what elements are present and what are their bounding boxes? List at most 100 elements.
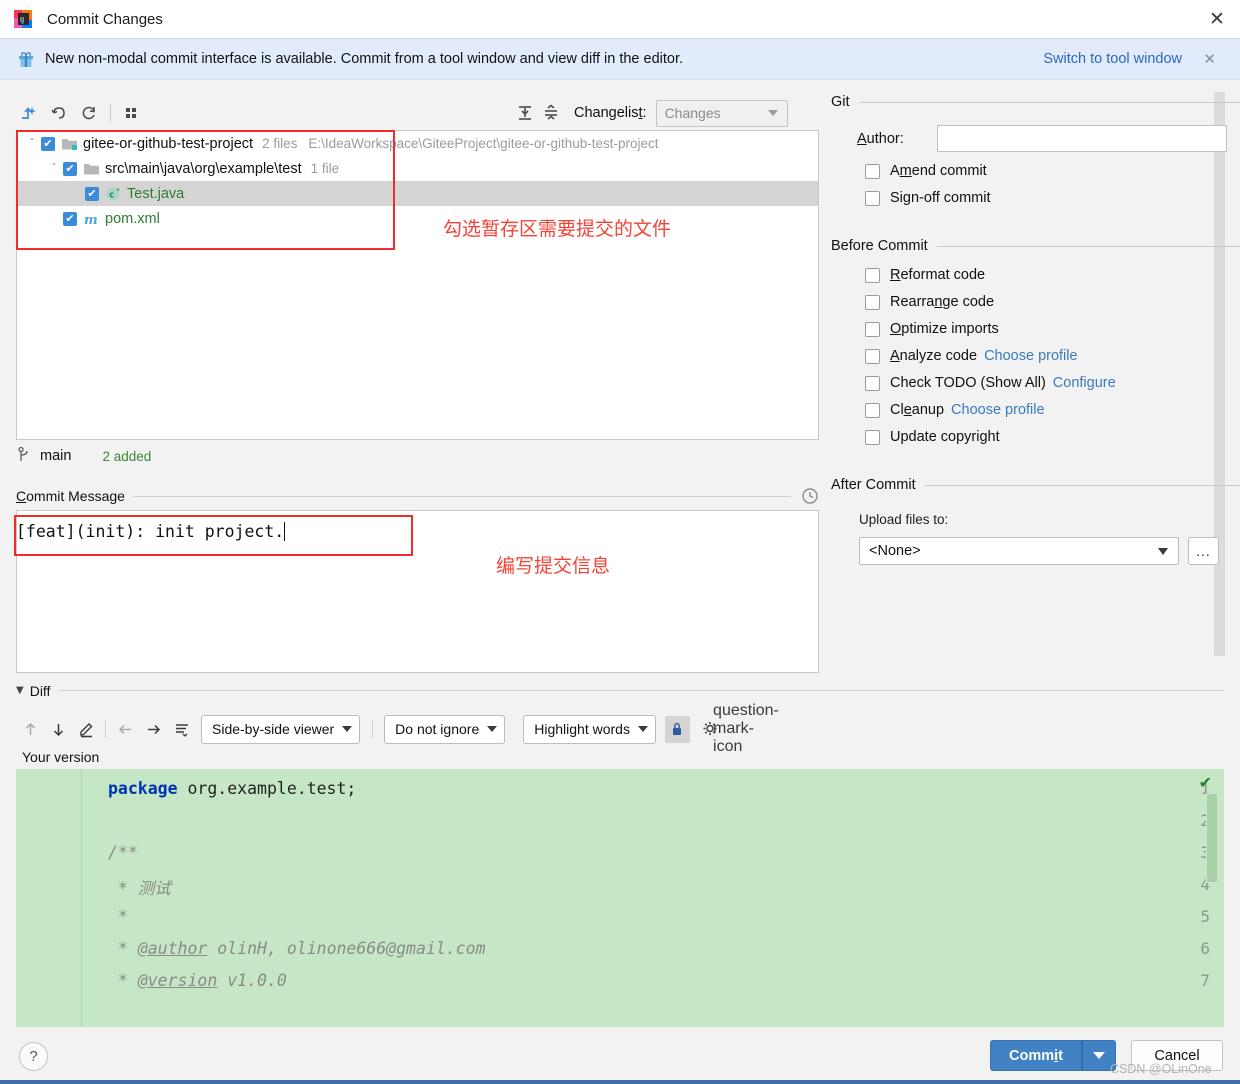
viewer-mode-value: Side-by-side viewer: [212, 721, 335, 737]
svg-text:IJ: IJ: [20, 16, 24, 24]
file-checkbox[interactable]: ✔: [63, 161, 77, 176]
group-by-icon[interactable]: [117, 99, 147, 127]
table-row[interactable]: ˇ ✔ gitee-or-github-test-project 2 files E:\…: [17, 131, 818, 156]
browse-button[interactable]: ...: [1188, 537, 1219, 565]
lock-icon[interactable]: [664, 715, 690, 743]
file-checkbox[interactable]: ✔: [63, 211, 77, 226]
move-to-another-changelist-icon[interactable]: [14, 99, 44, 127]
folder-icon: [83, 161, 100, 177]
chevron-down-icon[interactable]: ˇ: [23, 138, 41, 149]
diff-toolbar: Side-by-side viewer Do not ignore Highli…: [16, 702, 779, 755]
refresh-icon[interactable]: [74, 99, 104, 127]
upload-row: <None> ...: [859, 537, 1240, 565]
before-commit-section-header: Before Commit: [831, 236, 1240, 256]
option-checkbox[interactable]: [865, 267, 880, 283]
option-checkbox[interactable]: [865, 294, 880, 310]
file-count: 2 files: [262, 136, 298, 151]
code-token: * 测试: [108, 879, 171, 898]
code-line: * @author olinH, olinone666@gmail.com: [108, 939, 486, 958]
option-label: Reformat code: [890, 267, 986, 283]
commit-options-panel: Git Author: Amend commit Sign-off commit …: [831, 92, 1240, 704]
option-row[interactable]: Analyze code Choose profile: [865, 348, 1240, 364]
option-checkbox[interactable]: [865, 348, 880, 364]
highlight-mode-value: Highlight words: [534, 721, 630, 737]
table-row[interactable]: ✔ c Test.java: [17, 181, 818, 206]
expand-all-icon[interactable]: [512, 100, 538, 126]
option-link[interactable]: Configure: [1053, 375, 1116, 391]
option-row[interactable]: Check TODO (Show All) Configure: [865, 375, 1240, 391]
commit-button[interactable]: Comm i t: [990, 1040, 1082, 1071]
option-row[interactable]: Sign-off commit: [865, 190, 1240, 206]
upload-target-select[interactable]: <None>: [859, 537, 1179, 565]
option-row[interactable]: Reformat code: [865, 267, 1240, 283]
code-line: *: [108, 907, 128, 926]
option-checkbox[interactable]: [865, 190, 880, 206]
option-label: Analyze code: [890, 348, 978, 364]
option-row[interactable]: Amend commit: [865, 163, 1240, 179]
file-checkbox[interactable]: ✔: [41, 136, 55, 151]
chevron-down-icon: [767, 110, 778, 116]
code-token: *: [108, 971, 138, 990]
option-checkbox[interactable]: [865, 402, 880, 418]
option-label: Amend commit: [890, 163, 987, 179]
code-token: package: [108, 779, 188, 798]
highlight-mode-select[interactable]: Highlight words: [523, 714, 656, 744]
notification-bar: New non-modal commit interface is availa…: [0, 39, 1240, 80]
accept-right-icon[interactable]: [139, 715, 167, 743]
option-checkbox[interactable]: [865, 429, 880, 445]
changelist-select[interactable]: Changes: [655, 99, 788, 127]
clock-history-icon[interactable]: [801, 487, 819, 505]
author-field[interactable]: [937, 125, 1227, 152]
question-mark-icon[interactable]: question-mark-icon: [713, 702, 779, 755]
collapse-all-icon[interactable]: [538, 100, 564, 126]
diff-section-header: ▼ Diff: [16, 681, 1224, 700]
close-icon[interactable]: ✕: [1194, 0, 1240, 38]
maven-pom-icon: m: [83, 211, 100, 228]
next-difference-icon[interactable]: [44, 715, 72, 743]
help-button[interactable]: ?: [19, 1042, 48, 1071]
line-number-gutter: [16, 769, 82, 1027]
collapse-unchanged-icon[interactable]: [167, 715, 195, 743]
code-scrollbar-thumb[interactable]: [1206, 793, 1218, 883]
chevron-down-icon: [342, 726, 353, 732]
table-row[interactable]: ✔ m pom.xml: [17, 206, 818, 231]
switch-to-tool-window-link[interactable]: Switch to tool window: [1043, 51, 1182, 67]
file-checkbox[interactable]: ✔: [85, 186, 99, 201]
divider: [858, 101, 1240, 103]
git-branch-icon: [17, 446, 31, 466]
viewer-mode-select[interactable]: Side-by-side viewer: [201, 714, 361, 744]
option-row[interactable]: Update copyright: [865, 429, 1240, 445]
option-link[interactable]: Choose profile: [984, 348, 1078, 364]
option-row[interactable]: Rearrange code: [865, 294, 1240, 310]
divider: [132, 495, 791, 497]
taskbar-strip: [0, 1080, 1240, 1084]
option-row[interactable]: Cleanup Choose profile: [865, 402, 1240, 418]
chevron-down-icon[interactable]: ▼: [16, 685, 24, 696]
option-link[interactable]: Choose profile: [951, 402, 1045, 418]
toolbar-divider: [110, 104, 111, 122]
changed-files-tree[interactable]: ˇ ✔ gitee-or-github-test-project 2 files E:\…: [16, 130, 819, 440]
diff-section-title: Diff: [29, 682, 51, 699]
commit-message-label: Commit Message: [16, 488, 125, 504]
option-checkbox[interactable]: [865, 321, 880, 337]
option-checkbox[interactable]: [865, 163, 880, 179]
edit-source-icon[interactable]: [72, 715, 100, 743]
chevron-down-icon[interactable]: ˇ: [45, 163, 63, 174]
git-section-header: Git: [831, 92, 1240, 112]
whitespace-mode-select[interactable]: Do not ignore: [384, 714, 506, 744]
file-name: gitee-or-github-test-project: [83, 135, 254, 152]
accept-left-icon[interactable]: [111, 715, 139, 743]
svg-text:m: m: [84, 213, 98, 227]
code-token: *: [108, 939, 138, 958]
toolbar-divider: [105, 720, 106, 738]
notification-close-icon[interactable]: ✕: [1203, 50, 1216, 68]
diff-code-pane[interactable]: 1package org.example.test;23/**4 * 测试5 *…: [16, 769, 1224, 1027]
option-checkbox[interactable]: [865, 375, 880, 391]
option-row[interactable]: Optimize imports: [865, 321, 1240, 337]
previous-difference-icon[interactable]: [16, 715, 44, 743]
changelist-value: Changes: [664, 105, 721, 121]
table-row[interactable]: ˇ ✔ src\main\java\org\example\test 1 file: [17, 156, 818, 181]
rollback-icon[interactable]: [44, 99, 74, 127]
option-label: Optimize imports: [890, 321, 999, 337]
chevron-down-icon: [487, 726, 498, 732]
